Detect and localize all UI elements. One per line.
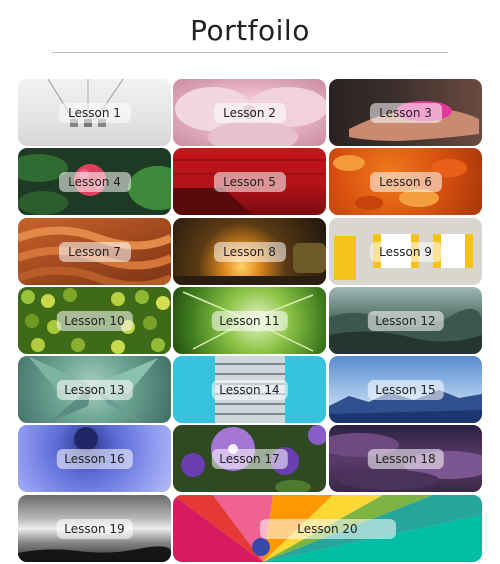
page-title: Portfoilo — [190, 14, 310, 47]
lesson-1-label: Lesson 1 — [58, 102, 131, 123]
lesson-card-11[interactable]: Lesson 11 — [173, 287, 326, 354]
lesson-card-3[interactable]: Lesson 3 — [329, 79, 482, 146]
lesson-card-20[interactable]: Lesson 20 — [173, 495, 482, 562]
lesson-card-14[interactable]: Lesson 14 — [173, 356, 326, 423]
lesson-12-label: Lesson 12 — [367, 310, 444, 331]
lesson-card-7[interactable]: Lesson 7 — [18, 218, 171, 285]
lesson-card-9[interactable]: Lesson 9 — [329, 218, 482, 285]
lesson-card-19[interactable]: Lesson 19 — [18, 495, 171, 562]
lesson-13-label: Lesson 13 — [56, 379, 133, 400]
lesson-card-4[interactable]: Lesson 4 — [18, 148, 171, 215]
lesson-card-8[interactable]: Lesson 8 — [173, 218, 326, 285]
lesson-card-10[interactable]: Lesson 10 — [18, 287, 171, 354]
lesson-card-17[interactable]: Lesson 17 — [173, 425, 326, 492]
lesson-17-label: Lesson 17 — [211, 448, 288, 469]
lesson-card-15[interactable]: Lesson 15 — [329, 356, 482, 423]
lesson-card-6[interactable]: Lesson 6 — [329, 148, 482, 215]
lesson-7-label: Lesson 7 — [58, 241, 131, 262]
title-divider — [52, 52, 448, 53]
lesson-2-label: Lesson 2 — [213, 102, 286, 123]
lesson-4-label: Lesson 4 — [58, 171, 131, 192]
lesson-15-label: Lesson 15 — [367, 379, 444, 400]
lesson-card-18[interactable]: Lesson 18 — [329, 425, 482, 492]
lesson-20-label: Lesson 20 — [259, 518, 396, 539]
lesson-19-label: Lesson 19 — [56, 518, 133, 539]
lesson-3-label: Lesson 3 — [369, 102, 442, 123]
lesson-10-label: Lesson 10 — [56, 310, 133, 331]
lesson-14-label: Lesson 14 — [211, 379, 288, 400]
lesson-11-label: Lesson 11 — [211, 310, 288, 331]
lesson-card-5[interactable]: Lesson 5 — [173, 148, 326, 215]
lesson-18-label: Lesson 18 — [367, 448, 444, 469]
lesson-9-label: Lesson 9 — [369, 241, 442, 262]
lesson-card-16[interactable]: Lesson 16 — [18, 425, 171, 492]
lesson-card-13[interactable]: Lesson 13 — [18, 356, 171, 423]
lesson-16-label: Lesson 16 — [56, 448, 133, 469]
lesson-card-1[interactable]: Lesson 1 — [18, 79, 171, 146]
lesson-card-2[interactable]: Lesson 2 — [173, 79, 326, 146]
lesson-card-12[interactable]: Lesson 12 — [329, 287, 482, 354]
lesson-6-label: Lesson 6 — [369, 171, 442, 192]
lesson-5-label: Lesson 5 — [213, 171, 286, 192]
lesson-8-label: Lesson 8 — [213, 241, 286, 262]
